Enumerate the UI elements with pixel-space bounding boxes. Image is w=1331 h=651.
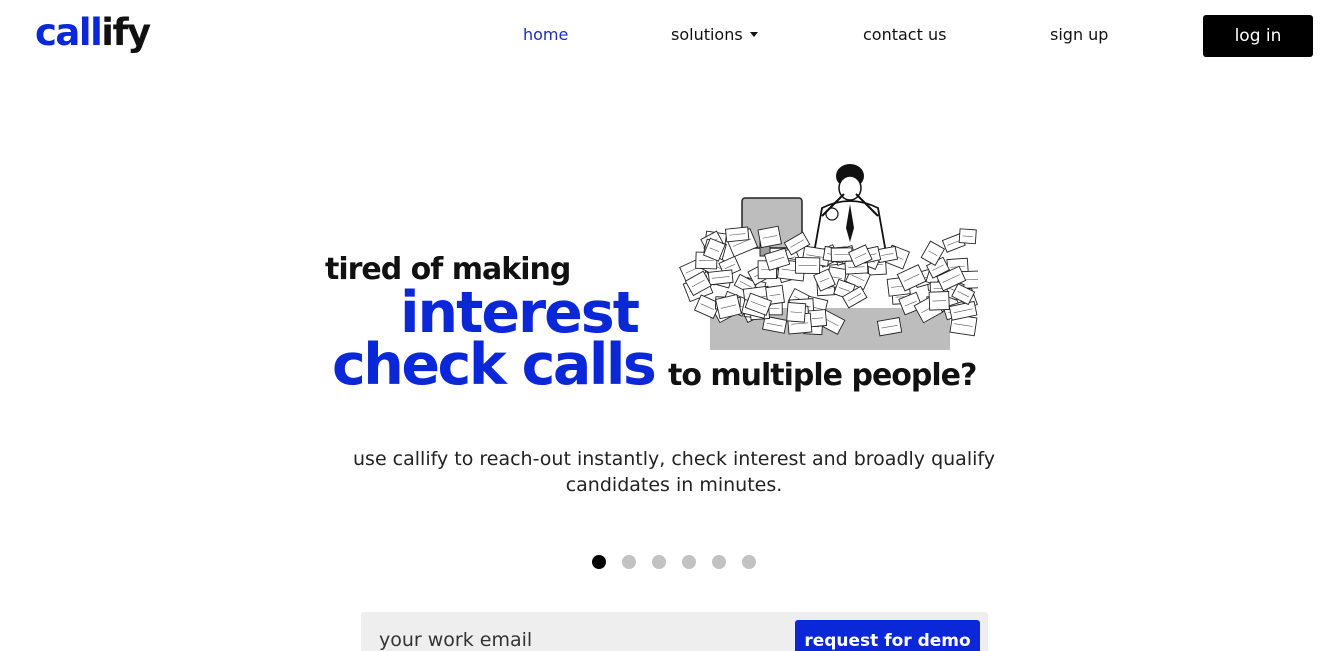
- overwhelmed-man-paperwork-illustration: [679, 164, 978, 350]
- nav-solutions-dropdown[interactable]: solutions: [671, 24, 758, 46]
- logo-text-call: call: [35, 11, 103, 54]
- carousel-dot[interactable]: [622, 555, 636, 569]
- nav-contact-link[interactable]: contact us: [863, 24, 946, 46]
- headline-line-4: to multiple people?: [668, 358, 977, 393]
- carousel-dot[interactable]: [742, 555, 756, 569]
- carousel-dot[interactable]: [592, 555, 606, 569]
- demo-request-form: request for demo: [361, 612, 988, 651]
- work-email-input[interactable]: [379, 622, 769, 651]
- request-demo-button[interactable]: request for demo: [795, 620, 980, 651]
- headline-line-3: check calls: [332, 332, 657, 398]
- landing-page: callify home solutions contact us sign u…: [0, 0, 1331, 651]
- hero-subtext: use callify to reach-out instantly, chec…: [353, 448, 995, 496]
- caret-down-icon: [749, 32, 758, 37]
- carousel-dot[interactable]: [652, 555, 666, 569]
- carousel-dot[interactable]: [712, 555, 726, 569]
- man-figure: [812, 164, 888, 254]
- nav-home-link[interactable]: home: [523, 24, 568, 46]
- carousel-dot[interactable]: [682, 555, 696, 569]
- callify-logo[interactable]: callify: [35, 8, 151, 58]
- nav-signup-link[interactable]: sign up: [1050, 24, 1108, 46]
- nav-solutions-label: solutions: [671, 25, 743, 44]
- logo-text-ify: ify: [101, 11, 151, 54]
- login-button[interactable]: log in: [1203, 15, 1313, 57]
